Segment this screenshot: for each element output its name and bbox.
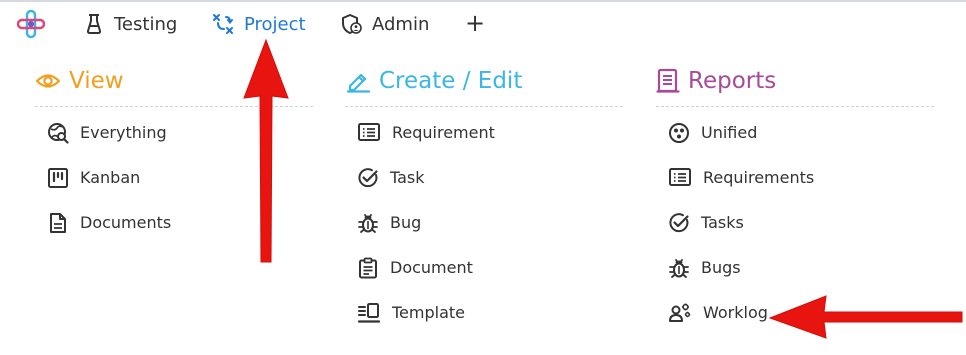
create-edit-title: Create / Edit bbox=[379, 68, 523, 94]
menu-item-label: Requirements bbox=[703, 168, 815, 187]
list-box-icon bbox=[669, 167, 691, 186]
globe-search-icon bbox=[48, 122, 69, 144]
document-icon bbox=[50, 212, 66, 233]
bug-icon bbox=[669, 258, 689, 278]
menu-item-label: Requirement bbox=[392, 123, 495, 142]
menu-item-task[interactable]: Task bbox=[345, 155, 623, 200]
nav-project-label: Project bbox=[244, 13, 306, 35]
menu-item-label: Document bbox=[390, 258, 473, 277]
nav-testing[interactable]: Testing bbox=[84, 11, 177, 37]
project-flow-icon bbox=[213, 14, 233, 34]
report-icon bbox=[656, 68, 680, 93]
reports-title: Reports bbox=[688, 68, 777, 94]
menu-item-tasks[interactable]: Tasks bbox=[656, 200, 934, 245]
top-border bbox=[0, 0, 966, 2]
menu-item-label: Unified bbox=[701, 123, 758, 142]
menu-item-template[interactable]: Template bbox=[345, 290, 623, 335]
dots-circle-icon bbox=[669, 122, 689, 143]
menu-item-label: Kanban bbox=[80, 168, 141, 187]
menu-item-label: Worklog bbox=[703, 303, 768, 322]
pen-icon bbox=[346, 73, 371, 93]
menu-item-label: Bugs bbox=[701, 258, 741, 277]
flask-icon bbox=[86, 14, 102, 34]
bug-icon bbox=[358, 213, 378, 233]
template-icon bbox=[357, 302, 381, 323]
menu-item-unified[interactable]: Unified bbox=[656, 110, 934, 155]
check-circle-icon bbox=[669, 212, 689, 232]
nav-testing-label: Testing bbox=[114, 13, 178, 35]
view-divider bbox=[35, 106, 313, 107]
view-section: View Everything Kanban Documents bbox=[35, 60, 313, 245]
shield-user-icon bbox=[342, 14, 362, 34]
app-frame: Testing Project Admin + View Everything … bbox=[0, 0, 966, 355]
menu-item-label: Everything bbox=[80, 123, 167, 142]
logo-icon bbox=[16, 9, 46, 39]
add-plus-icon[interactable]: + bbox=[464, 11, 486, 35]
user-gears-icon bbox=[669, 303, 691, 322]
menu-item-bug[interactable]: Bug bbox=[345, 200, 623, 245]
menu-item-documents[interactable]: Documents bbox=[35, 200, 313, 245]
create-edit-divider bbox=[345, 106, 623, 107]
menu-item-bugs[interactable]: Bugs bbox=[656, 245, 934, 290]
menu-item-label: Documents bbox=[80, 213, 172, 232]
view-header: View bbox=[35, 60, 313, 102]
reports-items: Unified Requirements Tasks Bugs Worklog bbox=[656, 110, 934, 335]
eye-icon bbox=[35, 74, 61, 88]
menu-item-label: Tasks bbox=[701, 213, 744, 232]
nav-admin-label: Admin bbox=[372, 13, 430, 35]
nav-admin[interactable]: Admin bbox=[341, 11, 429, 37]
app-logo[interactable] bbox=[16, 9, 46, 39]
view-items: Everything Kanban Documents bbox=[35, 110, 313, 245]
menu-item-label: Task bbox=[390, 168, 425, 187]
clipboard-icon bbox=[359, 257, 377, 278]
create-edit-section: Create / Edit Requirement Task Bug Docum… bbox=[345, 60, 623, 335]
menu-item-document[interactable]: Document bbox=[345, 245, 623, 290]
kanban-board-icon bbox=[48, 167, 68, 188]
reports-section: Reports Unified Requirements Tasks Bugs … bbox=[656, 60, 934, 335]
view-title: View bbox=[69, 68, 124, 94]
menu-item-label: Bug bbox=[390, 213, 422, 232]
check-circle-icon bbox=[358, 167, 378, 187]
nav-project[interactable]: Project bbox=[212, 11, 306, 37]
create-edit-header: Create / Edit bbox=[345, 60, 623, 102]
menu-item-kanban[interactable]: Kanban bbox=[35, 155, 313, 200]
create-edit-items: Requirement Task Bug Document Template bbox=[345, 110, 623, 335]
top-nav: Testing Project Admin + bbox=[0, 0, 966, 46]
reports-header: Reports bbox=[656, 60, 934, 102]
menu-item-worklog[interactable]: Worklog bbox=[656, 290, 934, 335]
menu-item-everything[interactable]: Everything bbox=[35, 110, 313, 155]
menu-item-label: Template bbox=[392, 303, 466, 322]
reports-divider bbox=[656, 106, 934, 107]
menu-item-requirement[interactable]: Requirement bbox=[345, 110, 623, 155]
list-box-icon bbox=[358, 122, 380, 141]
menu-item-requirements[interactable]: Requirements bbox=[656, 155, 934, 200]
